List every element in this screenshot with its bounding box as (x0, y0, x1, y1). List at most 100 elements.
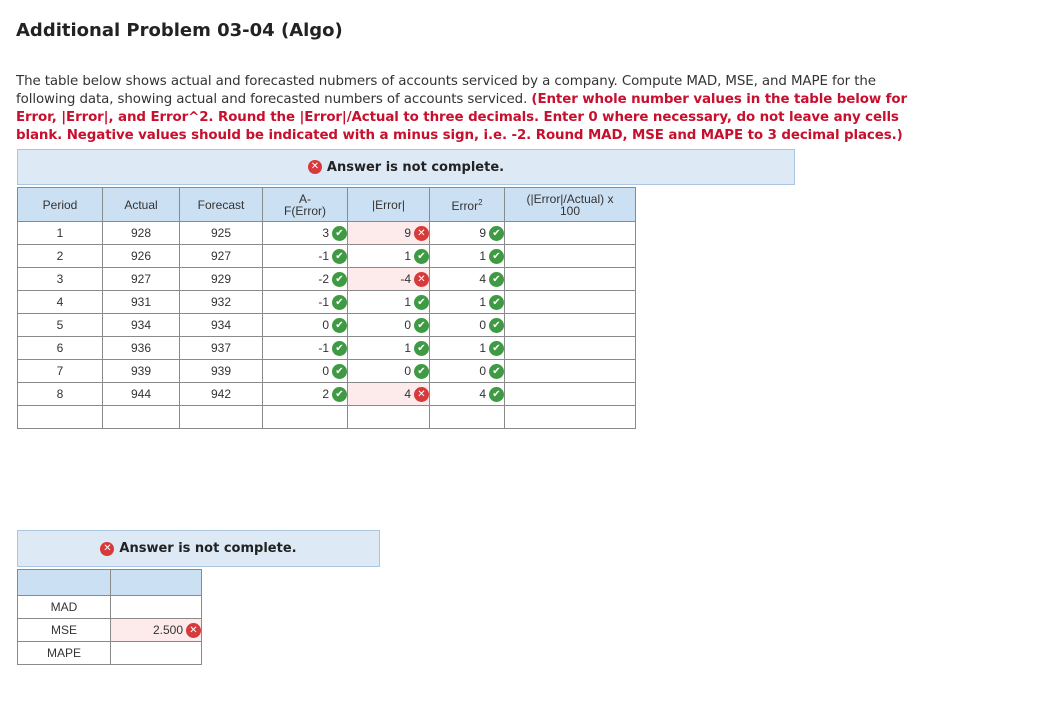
abs-error-input-wrap: 1 ✔ (348, 340, 429, 356)
col-pct-error: (|Error|/Actual) x 100 (504, 187, 636, 222)
total-input[interactable] (347, 405, 430, 429)
summary-value-input[interactable] (110, 641, 202, 665)
error-input-value[interactable]: 0 (322, 364, 329, 378)
error-squared-input-wrap: 0 ✔ (430, 317, 504, 333)
error-input-value[interactable]: -1 (318, 249, 329, 263)
error-input-value[interactable]: -1 (318, 341, 329, 355)
error-squared-input-wrap: 9 ✔ (430, 225, 504, 241)
abs-error-input[interactable]: 4 ✕ (347, 382, 430, 406)
total-input[interactable] (504, 405, 636, 429)
error-squared-input[interactable]: 0 ✔ (429, 313, 505, 337)
error-squared-input[interactable]: 4 ✔ (429, 267, 505, 291)
pct-error-input[interactable] (504, 382, 636, 406)
check-icon: ✔ (332, 248, 347, 264)
error-squared-input[interactable]: 4 ✔ (429, 382, 505, 406)
col-error-squared: Error2 (429, 187, 505, 222)
actual-cell: 927 (102, 267, 180, 291)
error-squared-input[interactable]: 1 ✔ (429, 290, 505, 314)
error-input-value[interactable]: 0 (322, 318, 329, 332)
pct-error-input[interactable] (504, 359, 636, 383)
error-squared-input-wrap: 1 ✔ (430, 340, 504, 356)
abs-error-input[interactable]: 0 ✔ (347, 313, 430, 337)
summary-value-input[interactable] (110, 595, 202, 619)
status-banner-text: Answer is not complete. (119, 541, 297, 556)
error-squared-input[interactable]: 1 ✔ (429, 244, 505, 268)
error-squared-input-value[interactable]: 9 (479, 226, 486, 240)
abs-error-input[interactable]: -4 ✕ (347, 267, 430, 291)
error-squared-input[interactable]: 1 ✔ (429, 336, 505, 360)
summary-value-input[interactable]: 2.500 ✕ (110, 618, 202, 642)
error-squared-input-value[interactable]: 0 (479, 364, 486, 378)
period-cell: 4 (17, 290, 103, 314)
pct-error-input[interactable] (504, 290, 636, 314)
period-cell: 8 (17, 382, 103, 406)
error-squared-input-value[interactable]: 1 (479, 295, 486, 309)
check-icon: ✔ (332, 340, 347, 356)
error-input[interactable]: -1 ✔ (262, 336, 348, 360)
error-squared-input-value[interactable]: 4 (479, 387, 486, 401)
error-input-wrap: 2 ✔ (263, 386, 347, 402)
abs-error-input-value[interactable]: 4 (404, 387, 411, 401)
error-input-wrap: -1 ✔ (263, 248, 347, 264)
table-row: 1 928 925 3 ✔ 9 ✕ 9 ✔ (17, 221, 636, 245)
summary-label: MAPE (17, 641, 111, 665)
error-input[interactable]: 0 ✔ (262, 359, 348, 383)
check-icon: ✔ (332, 294, 347, 310)
abs-error-input-value[interactable]: 0 (404, 364, 411, 378)
check-icon: ✔ (489, 248, 504, 264)
abs-error-input-value[interactable]: -4 (400, 272, 411, 286)
abs-error-input-value[interactable]: 9 (404, 226, 411, 240)
table-header-row: Period Actual Forecast A- F(Error) |Erro… (17, 187, 636, 222)
pct-error-input[interactable] (504, 313, 636, 337)
pct-error-input[interactable] (504, 267, 636, 291)
total-input[interactable] (429, 405, 505, 429)
error-input-value[interactable]: -1 (318, 295, 329, 309)
error-squared-input[interactable]: 9 ✔ (429, 221, 505, 245)
error-input[interactable]: -1 ✔ (262, 244, 348, 268)
error-squared-input-value[interactable]: 0 (479, 318, 486, 332)
abs-error-input-value[interactable]: 1 (404, 295, 411, 309)
abs-error-input[interactable]: 1 ✔ (347, 290, 430, 314)
forecast-cell: 929 (179, 267, 263, 291)
table-row: 7 939 939 0 ✔ 0 ✔ 0 ✔ (17, 359, 636, 383)
table-row: 4 931 932 -1 ✔ 1 ✔ 1 ✔ (17, 290, 636, 314)
abs-error-input-wrap: 1 ✔ (348, 294, 429, 310)
col-actual: Actual (102, 187, 180, 222)
actual-cell: 936 (102, 336, 180, 360)
error-x-icon: ✕ (414, 386, 429, 402)
blank-cell (102, 405, 180, 429)
abs-error-input[interactable]: 9 ✕ (347, 221, 430, 245)
pct-error-input[interactable] (504, 221, 636, 245)
error-x-icon: ✕ (186, 622, 201, 638)
error-input[interactable]: 2 ✔ (262, 382, 348, 406)
abs-error-input-wrap: 9 ✕ (348, 225, 429, 241)
error-input[interactable]: -1 ✔ (262, 290, 348, 314)
abs-error-input[interactable]: 1 ✔ (347, 244, 430, 268)
abs-error-input-value[interactable]: 1 (404, 249, 411, 263)
error-input-value[interactable]: 2 (322, 387, 329, 401)
abs-error-input-value[interactable]: 0 (404, 318, 411, 332)
pct-error-input[interactable] (504, 336, 636, 360)
forecast-cell: 925 (179, 221, 263, 245)
page-title: Additional Problem 03-04 (Algo) (16, 20, 343, 41)
error-squared-input-value[interactable]: 4 (479, 272, 486, 286)
error-input-value[interactable]: -2 (318, 272, 329, 286)
abs-error-input[interactable]: 1 ✔ (347, 336, 430, 360)
total-input[interactable] (262, 405, 348, 429)
table-row: 8 944 942 2 ✔ 4 ✕ 4 ✔ (17, 382, 636, 406)
pct-error-input[interactable] (504, 244, 636, 268)
error-squared-input[interactable]: 0 ✔ (429, 359, 505, 383)
abs-error-input-wrap: 0 ✔ (348, 317, 429, 333)
error-squared-input-value[interactable]: 1 (479, 249, 486, 263)
blank-cell (179, 405, 263, 429)
summary-row: MSE 2.500 ✕ (17, 618, 202, 642)
abs-error-input-value[interactable]: 1 (404, 341, 411, 355)
error-input[interactable]: -2 ✔ (262, 267, 348, 291)
error-input-value[interactable]: 3 (322, 226, 329, 240)
error-input[interactable]: 0 ✔ (262, 313, 348, 337)
abs-error-input[interactable]: 0 ✔ (347, 359, 430, 383)
summary-value-input-value[interactable]: 2.500 (153, 623, 183, 637)
error-squared-input-value[interactable]: 1 (479, 341, 486, 355)
error-input[interactable]: 3 ✔ (262, 221, 348, 245)
error-input-wrap: -1 ✔ (263, 294, 347, 310)
